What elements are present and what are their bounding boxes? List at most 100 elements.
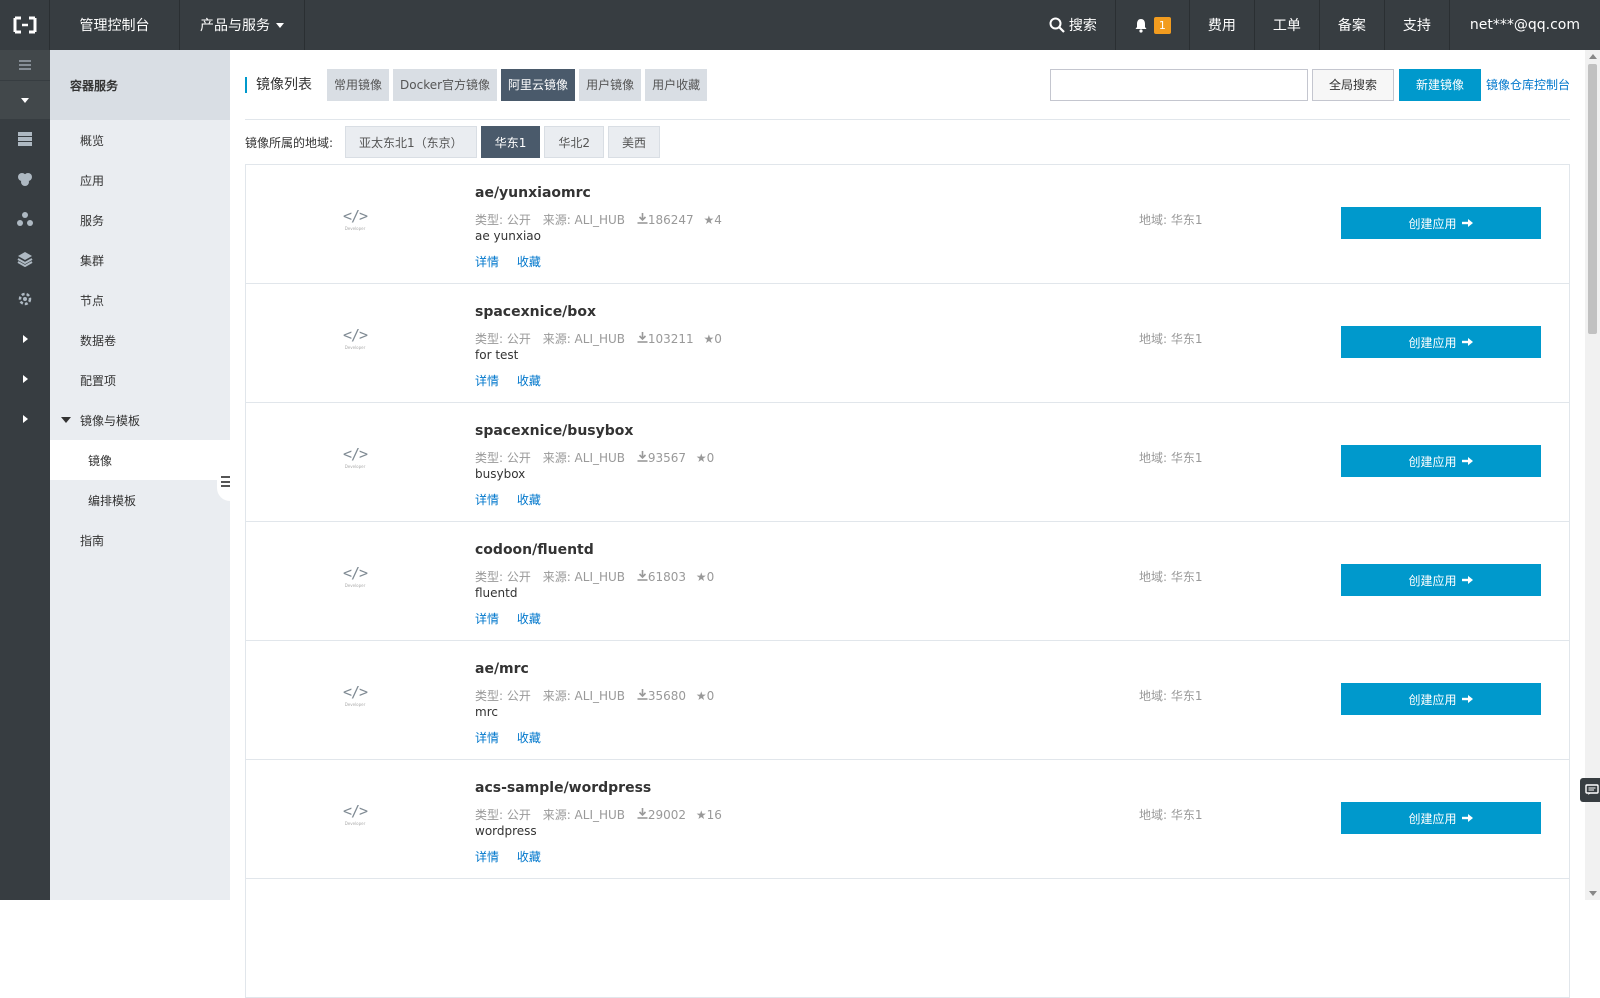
star-count: ★16 (696, 808, 722, 822)
rail-servers[interactable] (0, 119, 50, 159)
image-type: 类型: 公开 (475, 213, 531, 227)
create-app-button[interactable]: 创建应用 (1341, 445, 1541, 477)
search-label: 搜索 (1068, 18, 1097, 34)
console-link[interactable]: 管理控制台 (50, 0, 180, 50)
ticket-link[interactable]: 工单 (1253, 0, 1319, 50)
search-input[interactable] (1049, 68, 1308, 101)
user-menu[interactable]: net***@qq.com (1448, 0, 1600, 50)
image-links: 详情 收藏 (475, 848, 555, 865)
image-source: 来源: ALI_HUB (542, 808, 626, 822)
create-app-button[interactable]: 创建应用 (1341, 564, 1541, 596)
rail-expand-3[interactable] (0, 399, 50, 439)
region-huabei2[interactable]: 华北2 (544, 126, 604, 158)
download-icon (637, 689, 648, 700)
favorite-link[interactable]: 收藏 (517, 493, 541, 507)
favorite-link[interactable]: 收藏 (517, 255, 541, 269)
rail-expand-2[interactable] (0, 359, 50, 399)
rail-network[interactable] (0, 199, 50, 239)
image-source: 来源: ALI_HUB (542, 570, 626, 584)
chevron-down-icon (21, 97, 29, 103)
sidebar-item-nodes[interactable]: 节点 (50, 280, 230, 320)
menu-toggle[interactable] (0, 50, 50, 80)
tab-docker-official[interactable]: Docker官方镜像 (393, 68, 498, 101)
collapse-icon (221, 475, 230, 487)
sidebar-item-clusters[interactable]: 集群 (50, 240, 230, 280)
page-scrollbar[interactable] (1585, 50, 1600, 900)
sidebar-item-configs[interactable]: 配置项 (50, 360, 230, 400)
image-meta: 类型: 公开 来源: ALI_HUB 93567 ★0 (475, 449, 714, 466)
details-link[interactable]: 详情 (475, 493, 499, 507)
details-link[interactable]: 详情 (475, 255, 499, 269)
details-link[interactable]: 详情 (475, 850, 499, 864)
scrollbar-thumb[interactable] (1588, 64, 1597, 334)
tab-aliyun-images[interactable]: 阿里云镜像 (501, 68, 576, 101)
sidebar-item-templates[interactable]: 编排模板 (50, 480, 230, 520)
image-thumbnail: </> Developer (342, 207, 368, 237)
create-app-button[interactable]: 创建应用 (1341, 683, 1541, 715)
tab-favorites[interactable]: 用户收藏 (645, 68, 708, 101)
scroll-up-icon[interactable] (1589, 54, 1597, 59)
rail-container[interactable] (0, 159, 50, 199)
favorite-link[interactable]: 收藏 (517, 731, 541, 745)
icp-link[interactable]: 备案 (1318, 0, 1384, 50)
details-link[interactable]: 详情 (475, 612, 499, 626)
page-title: 镜像列表 (245, 76, 312, 93)
code-icon: </> (342, 683, 368, 701)
tab-user-images[interactable]: 用户镜像 (579, 68, 642, 101)
aliyun-logo[interactable] (0, 0, 50, 50)
create-app-label: 创建应用 (1408, 335, 1457, 350)
star-count: ★4 (704, 213, 722, 227)
image-name: ae/yunxiaomrc (475, 185, 591, 201)
support-link[interactable]: 支持 (1383, 0, 1449, 50)
thumbnail-caption: Developer (344, 226, 366, 231)
star-icon: ★ (703, 332, 715, 346)
region-us-west[interactable]: 美西 (607, 126, 660, 158)
sidebar-item-volumes[interactable]: 数据卷 (50, 320, 230, 360)
products-menu[interactable]: 产品与服务 (180, 0, 305, 50)
sidebar-collapse-handle[interactable] (217, 461, 230, 501)
image-thumbnail: </> Developer (342, 564, 368, 594)
notifications[interactable]: 1 (1114, 0, 1189, 50)
download-count-value: 103211 (647, 332, 694, 346)
top-search[interactable]: 搜索 (1031, 0, 1115, 50)
tab-common-images[interactable]: 常用镜像 (327, 68, 390, 101)
region-tokyo[interactable]: 亚太东北1（东京） (345, 126, 477, 158)
star-icon: ★ (695, 689, 707, 703)
rail-settings[interactable] (0, 279, 50, 319)
sidebar-item-services[interactable]: 服务 (50, 200, 230, 240)
scroll-down-icon[interactable] (1589, 891, 1597, 896)
details-link[interactable]: 详情 (475, 374, 499, 388)
details-link[interactable]: 详情 (475, 731, 499, 745)
sidebar-item-overview[interactable]: 概览 (50, 120, 230, 160)
rail-dropdown[interactable] (0, 81, 50, 119)
thumbnail-caption: Developer (344, 821, 366, 826)
chevron-down-icon (276, 22, 284, 28)
new-image-button[interactable]: 新建镜像 (1398, 68, 1481, 101)
favorite-link[interactable]: 收藏 (517, 374, 541, 388)
sidebar-group-images[interactable]: 镜像与模板 (50, 400, 230, 440)
favorite-link[interactable]: 收藏 (517, 612, 541, 626)
star-icon: ★ (695, 570, 707, 584)
star-icon: ★ (695, 808, 707, 822)
billing-label: 费用 (1207, 18, 1236, 34)
arrow-right-icon (1461, 814, 1473, 822)
sidebar-item-apps[interactable]: 应用 (50, 160, 230, 200)
global-search-button[interactable]: 全局搜索 (1311, 68, 1394, 101)
sidebar-item-guide[interactable]: 指南 (50, 520, 230, 560)
create-app-button[interactable]: 创建应用 (1341, 207, 1541, 239)
repo-console-link[interactable]: 镜像仓库控制台 (1486, 76, 1570, 93)
billing-link[interactable]: 费用 (1188, 0, 1254, 50)
download-count-value: 93567 (647, 451, 687, 465)
download-count-value: 186247 (647, 213, 694, 227)
rail-expand-1[interactable] (0, 319, 50, 359)
favorite-link[interactable]: 收藏 (517, 850, 541, 864)
console-label: 管理控制台 (79, 18, 150, 34)
create-app-button[interactable]: 创建应用 (1341, 326, 1541, 358)
feedback-button[interactable] (1580, 778, 1600, 802)
region-huadong1[interactable]: 华东1 (480, 126, 541, 158)
rail-layers[interactable] (0, 239, 50, 279)
sidebar-item-images[interactable]: 镜像 (50, 440, 230, 480)
create-app-button[interactable]: 创建应用 (1341, 802, 1541, 834)
image-thumbnail: </> Developer (342, 802, 368, 832)
image-thumbnail: </> Developer (342, 683, 368, 713)
